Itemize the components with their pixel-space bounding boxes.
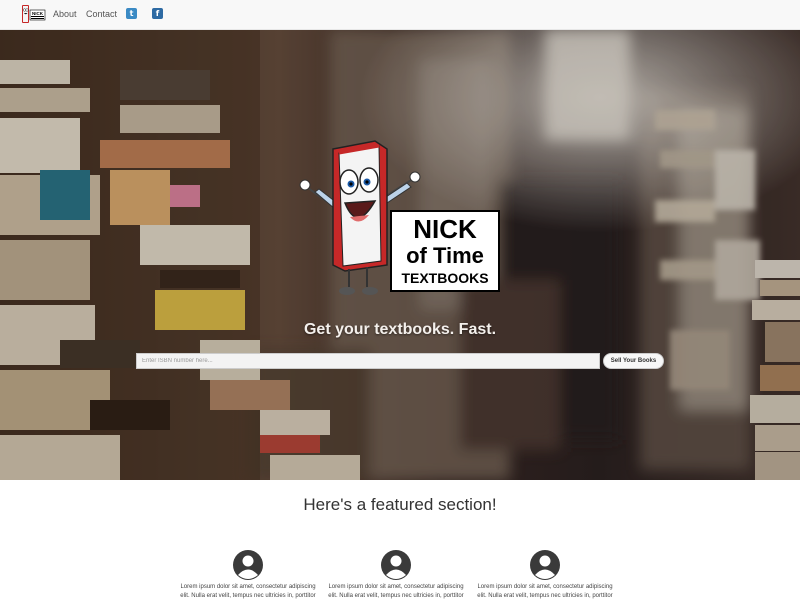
logo-text-nick: NICK xyxy=(413,214,477,244)
user-avatar-icon xyxy=(530,550,560,580)
feature-item: Lorem ipsum dolor sit amet, consectetur … xyxy=(326,550,466,600)
logo-text-of-time: of Time xyxy=(406,243,484,268)
sell-your-books-button[interactable]: Sell Your Books xyxy=(603,353,664,369)
feature-text: Lorem ipsum dolor sit amet, consectetur … xyxy=(477,584,613,599)
nav-link-about[interactable]: About xyxy=(53,9,77,19)
top-navbar: NICK About Contact t f xyxy=(0,0,800,30)
hero-logo: NICK of Time TEXTBOOKS xyxy=(295,137,505,297)
logo-text-textbooks: TEXTBOOKS xyxy=(401,270,488,286)
hero-section: NICK of Time TEXTBOOKS Get your textbook… xyxy=(0,30,800,480)
brand-logo[interactable]: NICK xyxy=(20,3,46,27)
feature-item: Lorem ipsum dolor sit amet, consectetur … xyxy=(475,550,615,600)
isbn-search-input[interactable] xyxy=(136,353,600,369)
brand-mascot-icon: NICK xyxy=(22,5,46,23)
twitter-icon[interactable]: t xyxy=(126,8,137,19)
mascot-book-icon: NICK of Time TEXTBOOKS xyxy=(299,140,500,295)
feature-text: Lorem ipsum dolor sit amet, consectetur … xyxy=(180,584,316,599)
featured-section-title: Here's a featured section! xyxy=(303,495,497,514)
facebook-icon[interactable]: f xyxy=(152,8,163,19)
brand-mini-text: NICK xyxy=(32,11,44,16)
feature-text: Lorem ipsum dolor sit amet, consectetur … xyxy=(328,584,464,599)
nav-link-contact[interactable]: Contact xyxy=(86,9,117,19)
hero-tagline: Get your textbooks. Fast. xyxy=(303,321,497,338)
user-avatar-icon xyxy=(381,550,411,580)
feature-item: Lorem ipsum dolor sit amet, consectetur … xyxy=(178,550,318,600)
user-avatar-icon xyxy=(233,550,263,580)
